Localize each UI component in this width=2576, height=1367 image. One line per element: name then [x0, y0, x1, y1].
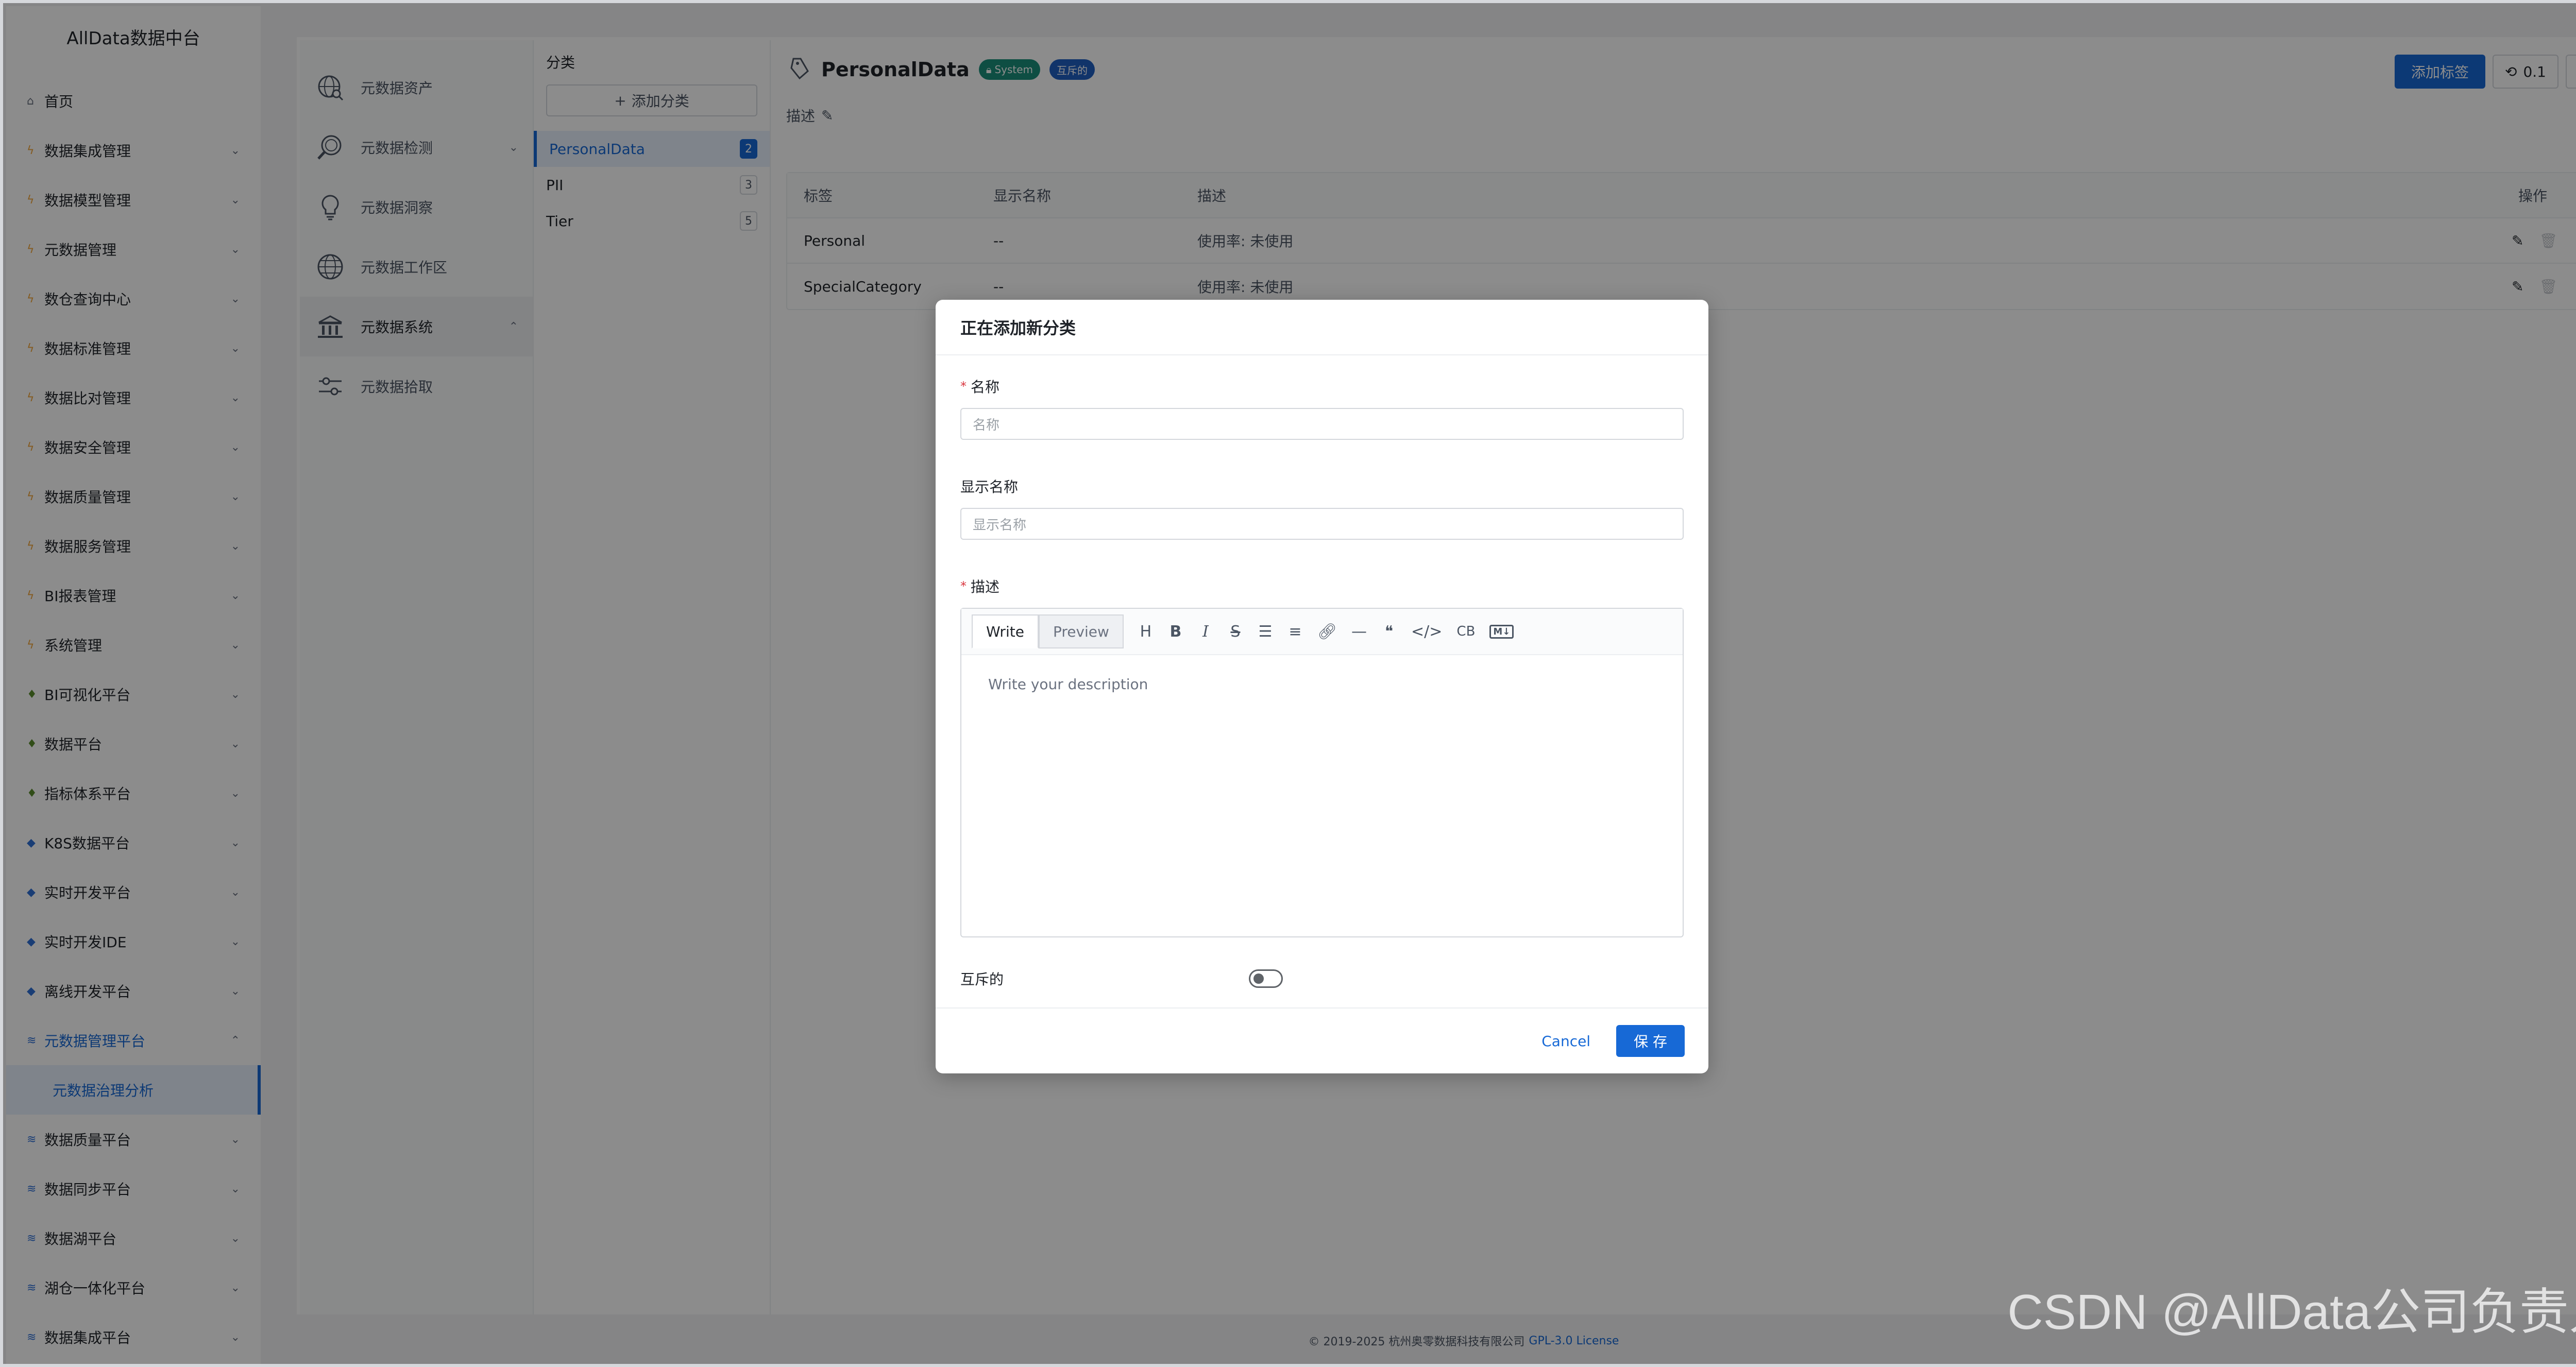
strikethrough-icon[interactable]: S [1228, 623, 1243, 641]
horizontal-rule-icon[interactable]: — [1351, 623, 1367, 641]
name-label: * 名称 [960, 379, 1000, 396]
italic-icon[interactable]: I [1198, 623, 1213, 641]
toggle-knob [1253, 973, 1264, 984]
quote-icon[interactable]: ❝ [1381, 623, 1397, 641]
markdown-icon[interactable]: M↓ [1489, 624, 1514, 639]
write-tab[interactable]: Write [972, 614, 1039, 648]
modal-footer: Cancel 保 存 [936, 1007, 1708, 1073]
display-name-input[interactable]: 显示名称 [960, 508, 1684, 540]
cancel-button[interactable]: Cancel [1541, 1033, 1590, 1050]
heading-icon[interactable]: H [1138, 623, 1154, 641]
watermark: CSDN @AllData公司负责人 [2007, 1285, 2576, 1340]
code-block-icon[interactable]: CB [1456, 624, 1475, 639]
description-textarea[interactable]: Write your description [961, 655, 1683, 713]
modal-body: * 名称 名称 显示名称 显示名称 * 描述 Write Preview H B I… [936, 355, 1708, 989]
link-icon[interactable]: 🔗︎ [1317, 623, 1337, 641]
editor-toolbar: Write Preview H B I S ☰ ≡ 🔗︎ — ❝ </> CB … [961, 609, 1683, 655]
bullet-list-icon[interactable]: ☰ [1258, 623, 1273, 641]
numbered-list-icon[interactable]: ≡ [1287, 623, 1303, 641]
app-frame: AllData数据中台 ⌂ 首页 ϟ 数据集成管理 ⌄ ϟ 数据模型管理 ⌄ ϟ 元数据管理… [0, 0, 2576, 1367]
bold-icon[interactable]: B [1168, 623, 1183, 641]
required-mark: * [960, 579, 967, 593]
code-icon[interactable]: </> [1411, 623, 1442, 641]
mutual-exclusive-row: 互斥的 [960, 968, 1684, 989]
mutual-exclusive-label: 互斥的 [960, 971, 1004, 988]
display-name-label: 显示名称 [960, 479, 1019, 495]
save-button[interactable]: 保 存 [1616, 1025, 1685, 1057]
add-classification-modal: 正在添加新分类 * 名称 名称 显示名称 显示名称 * 描述 Write Previ… [936, 300, 1708, 1073]
mutual-exclusive-toggle[interactable] [1249, 969, 1283, 988]
preview-tab[interactable]: Preview [1038, 614, 1124, 648]
description-label: * 描述 [960, 578, 1000, 595]
markdown-editor: Write Preview H B I S ☰ ≡ 🔗︎ — ❝ </> CB … [960, 608, 1684, 937]
required-mark: * [960, 379, 967, 394]
name-input[interactable]: 名称 [960, 408, 1684, 440]
modal-title: 正在添加新分类 [936, 300, 1708, 355]
